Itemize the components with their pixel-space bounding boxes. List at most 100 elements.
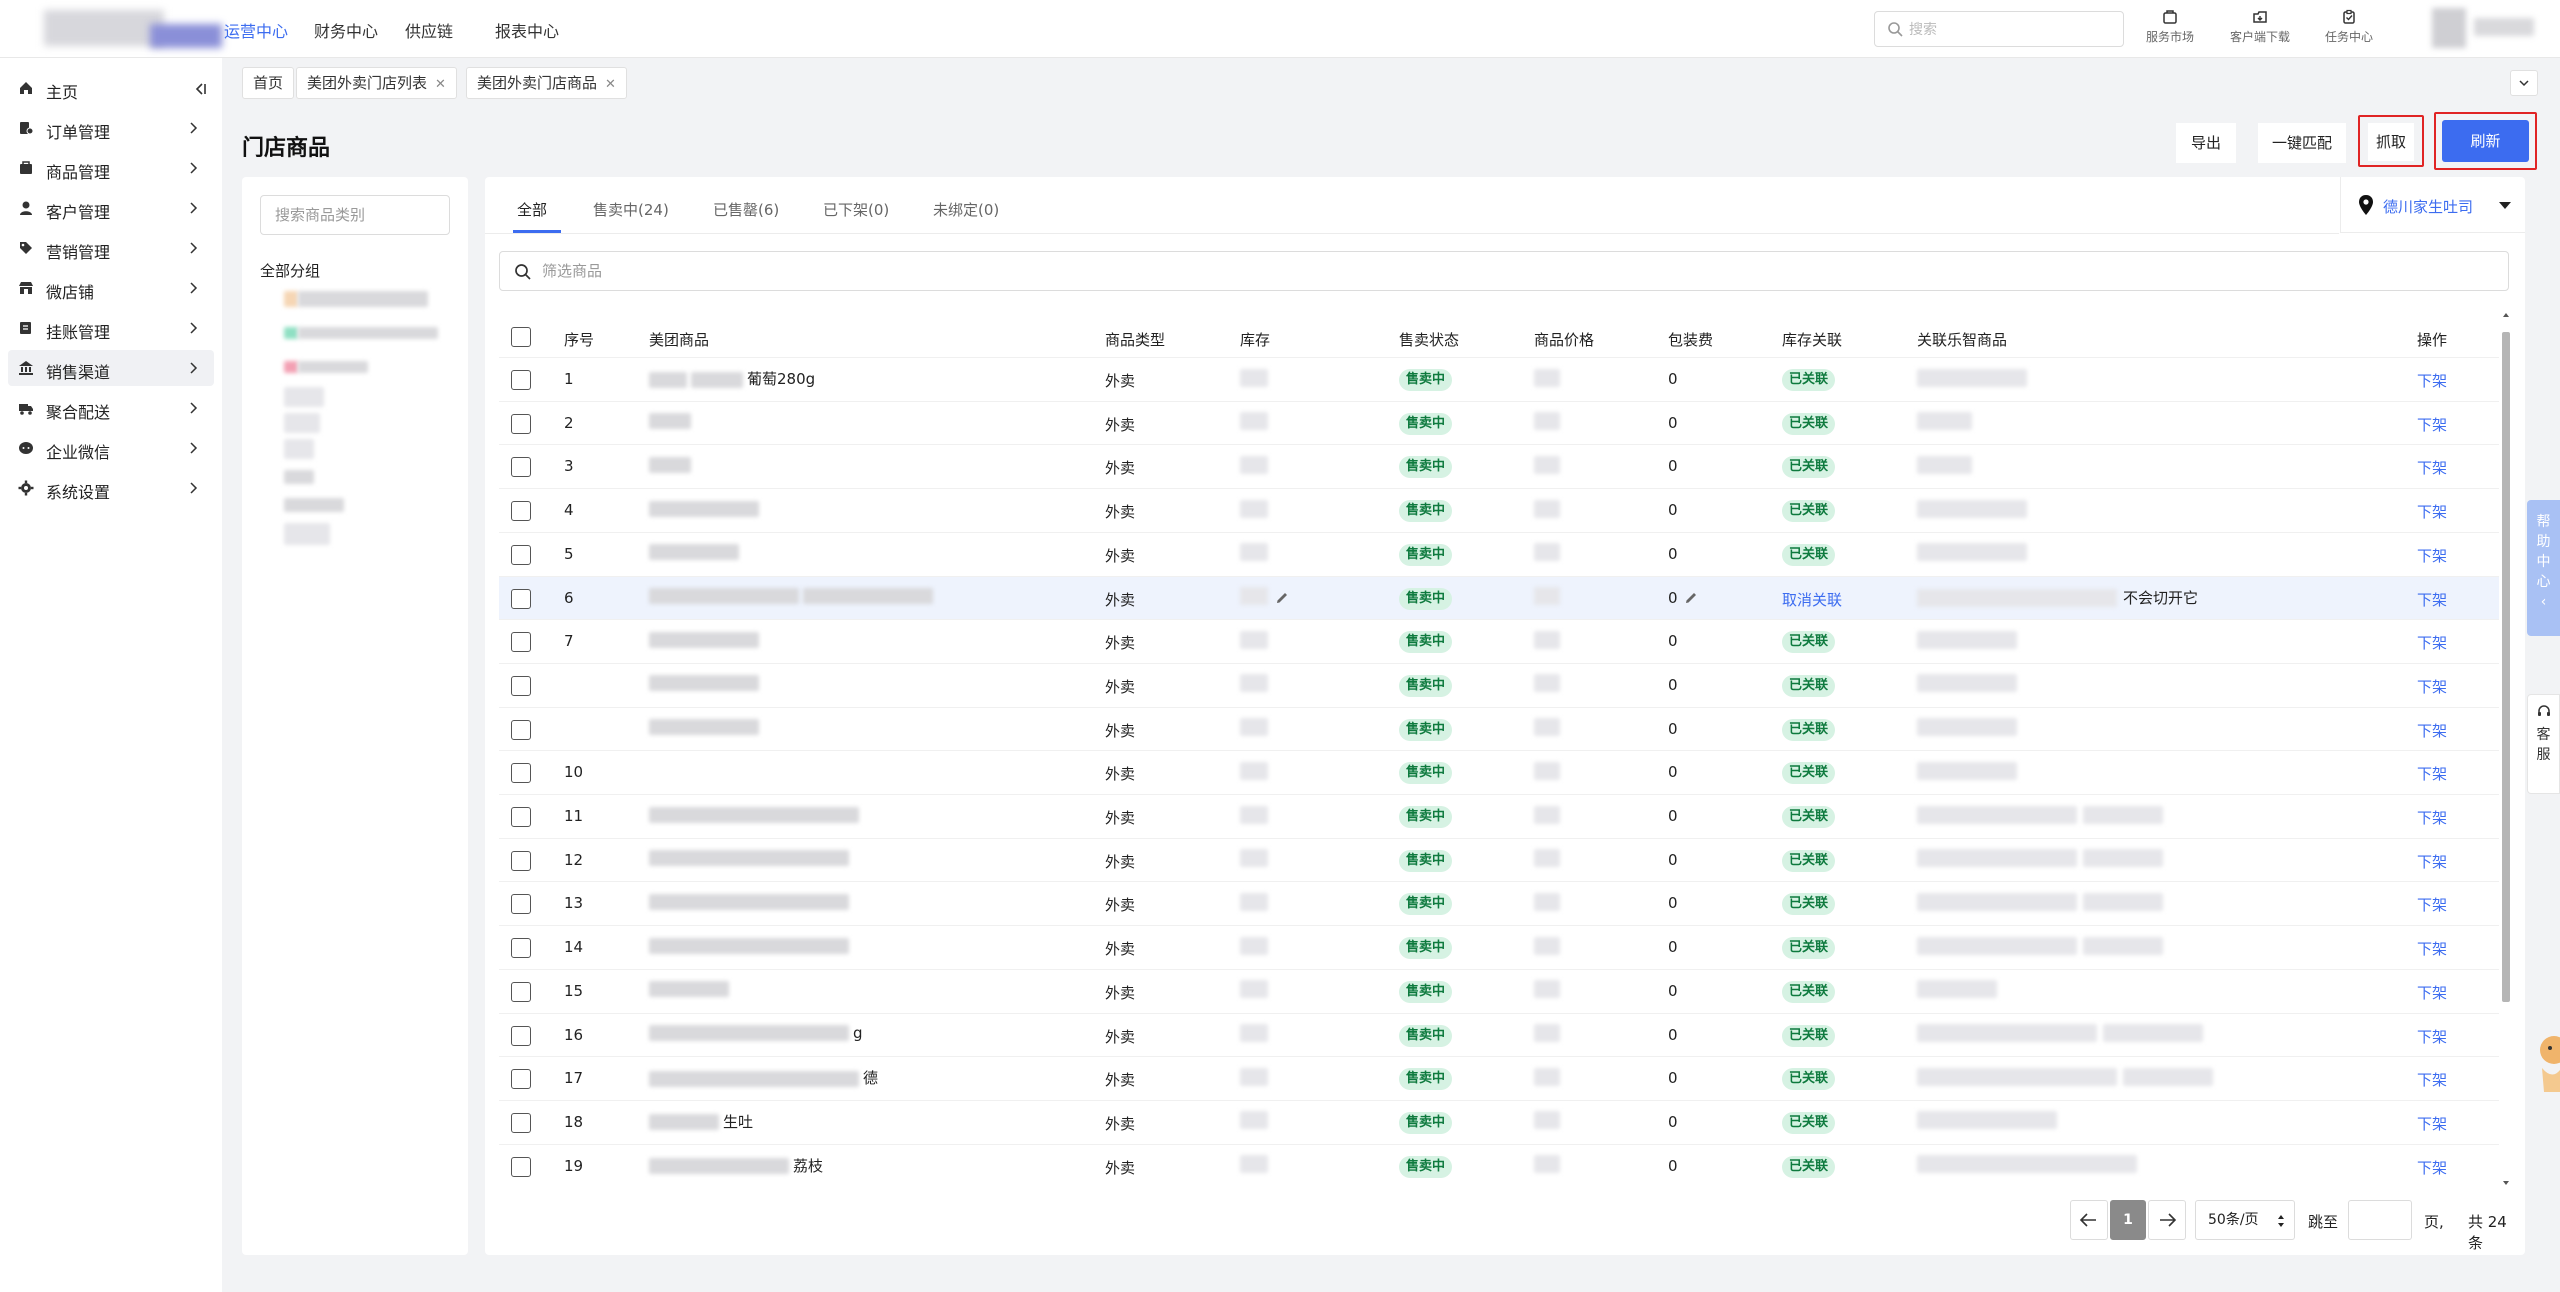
table-row[interactable]: 16 g 外卖 售卖中 0 已关联 下架 — [499, 1012, 2499, 1057]
off-shelf-button[interactable]: 下架 — [2417, 720, 2447, 741]
off-shelf-button[interactable]: 下架 — [2417, 501, 2447, 522]
row-checkbox[interactable] — [511, 632, 531, 653]
table-row[interactable]: 17 德 外卖 售卖中 0 已关联 下架 — [499, 1056, 2499, 1100]
off-shelf-button[interactable]: 下架 — [2417, 1069, 2447, 1090]
category-item[interactable] — [284, 323, 438, 341]
off-shelf-button[interactable]: 下架 — [2417, 589, 2447, 610]
row-checkbox[interactable] — [511, 413, 531, 434]
table-row[interactable]: 外卖 售卖中 0 已关联 下架 — [499, 706, 2499, 751]
goods-filter[interactable] — [499, 251, 2509, 291]
table-row[interactable]: 外卖 售卖中 0 已关联 下架 — [499, 662, 2499, 707]
close-icon[interactable]: ✕ — [605, 77, 616, 92]
edit-fee-icon[interactable] — [1683, 590, 1699, 606]
off-shelf-button[interactable]: 下架 — [2417, 370, 2447, 391]
off-shelf-button[interactable]: 下架 — [2417, 1026, 2447, 1047]
brand-logo[interactable] — [30, 6, 222, 52]
tab-on-sale[interactable]: 售卖中(24) — [593, 199, 669, 220]
table-row[interactable]: 4 外卖 售卖中 0 已关联 下架 — [499, 488, 2499, 532]
edit-stock-icon[interactable] — [1274, 590, 1290, 606]
client-download-button[interactable]: 客户端下载 — [2223, 8, 2297, 45]
fetch-button[interactable]: 抓取 — [2368, 123, 2414, 161]
off-shelf-button[interactable]: 下架 — [2417, 1157, 2447, 1178]
off-shelf-button[interactable]: 下架 — [2417, 938, 2447, 959]
close-icon[interactable]: ✕ — [435, 77, 446, 92]
row-checkbox[interactable] — [511, 938, 531, 959]
row-checkbox[interactable] — [511, 807, 531, 827]
category-item[interactable] — [284, 387, 324, 407]
row-checkbox[interactable] — [511, 850, 531, 871]
prev-page-button[interactable] — [2070, 1200, 2108, 1240]
unlink-button[interactable]: 取消关联 — [1782, 589, 1842, 610]
sidebar-item-orders[interactable]: 订单管理 — [8, 110, 214, 146]
row-checkbox[interactable] — [511, 1025, 531, 1046]
category-all[interactable]: 全部分组 — [260, 260, 320, 281]
row-checkbox[interactable] — [511, 501, 531, 522]
off-shelf-button[interactable]: 下架 — [2417, 457, 2447, 478]
category-item[interactable] — [284, 413, 320, 433]
off-shelf-button[interactable]: 下架 — [2417, 894, 2447, 915]
table-scrollbar[interactable] — [2501, 310, 2511, 1188]
refresh-button[interactable]: 刷新 — [2442, 120, 2529, 162]
table-row[interactable]: 7 外卖 售卖中 0 已关联 下架 — [499, 619, 2499, 663]
row-checkbox[interactable] — [511, 544, 531, 565]
table-row[interactable]: 14 外卖 售卖中 0 已关联 下架 — [499, 925, 2499, 969]
tab-sold-out[interactable]: 已售罄(6) — [713, 199, 779, 220]
table-row[interactable]: 11 外卖 售卖中 0 已关联 下架 — [499, 794, 2499, 838]
topmenu-finance[interactable]: 财务中心 — [314, 18, 378, 42]
table-row[interactable]: 18 生吐 外卖 售卖中 0 已关联 下架 — [499, 1099, 2499, 1144]
sidebar-item-ledger[interactable]: 挂账管理 — [8, 310, 214, 346]
customer-service-tab[interactable]: 客 服 — [2527, 694, 2560, 794]
auto-match-button[interactable]: 一键匹配 — [2258, 123, 2346, 163]
off-shelf-button[interactable]: 下架 — [2417, 851, 2447, 872]
user-profile[interactable] — [2424, 6, 2544, 50]
off-shelf-button[interactable]: 下架 — [2417, 1113, 2447, 1134]
topmenu-operations[interactable]: 运营中心 — [224, 18, 288, 42]
sidebar-item-wecom[interactable]: 企业微信 — [8, 430, 214, 466]
table-row[interactable]: 6 外卖 售卖中 0 取消关联 不会切开它 下架 — [499, 575, 2499, 620]
tab-store-goods[interactable]: 美团外卖门店商品 ✕ — [466, 67, 627, 99]
topmenu-reports[interactable]: 报表中心 — [495, 18, 559, 42]
table-row[interactable]: 19 荔枝 外卖 售卖中 0 已关联 下架 — [499, 1143, 2499, 1188]
sidebar-item-customers[interactable]: 客户管理 — [8, 190, 214, 226]
topmenu-supply-chain[interactable]: 供应链 — [405, 18, 453, 42]
tab-off-shelf[interactable]: 已下架(0) — [823, 199, 889, 220]
task-center-button[interactable]: 任务中心 — [2314, 8, 2384, 45]
off-shelf-button[interactable]: 下架 — [2417, 763, 2447, 784]
category-item[interactable] — [284, 439, 314, 459]
next-page-button[interactable] — [2148, 1200, 2186, 1240]
store-selector[interactable]: 德川家生吐司 — [2340, 177, 2525, 233]
row-checkbox[interactable] — [511, 894, 531, 915]
export-button[interactable]: 导出 — [2176, 123, 2236, 163]
tab-unbound[interactable]: 未绑定(0) — [933, 199, 999, 220]
page-1-button[interactable]: 1 — [2110, 1200, 2146, 1240]
category-item[interactable] — [284, 357, 368, 375]
off-shelf-button[interactable]: 下架 — [2417, 545, 2447, 566]
row-checkbox[interactable] — [511, 719, 531, 740]
category-item[interactable] — [284, 467, 314, 485]
sidebar-item-delivery[interactable]: 聚合配送 — [8, 390, 214, 426]
mascot-image[interactable] — [2532, 1020, 2560, 1100]
sidebar-item-sales-channel[interactable]: 销售渠道 — [8, 350, 214, 386]
table-row[interactable]: 13 外卖 售卖中 0 已关联 下架 — [499, 881, 2499, 925]
select-all-checkbox[interactable] — [511, 327, 531, 347]
row-checkbox[interactable] — [511, 457, 531, 478]
category-item[interactable] — [284, 523, 330, 545]
sidebar-item-home[interactable]: 主页 — [8, 70, 214, 106]
tabs-more-button[interactable] — [2510, 70, 2538, 96]
table-row[interactable]: 1 葡萄280g 外卖 售卖中 0 已关联 下架 — [499, 357, 2499, 401]
table-row[interactable]: 12 外卖 售卖中 0 已关联 下架 — [499, 837, 2499, 882]
sidebar-item-goods[interactable]: 商品管理 — [8, 150, 214, 186]
row-checkbox[interactable] — [511, 588, 531, 609]
off-shelf-button[interactable]: 下架 — [2417, 676, 2447, 697]
row-checkbox[interactable] — [511, 1112, 531, 1133]
off-shelf-button[interactable]: 下架 — [2417, 414, 2447, 435]
help-center-tab[interactable]: 帮 助 中 心 ‹ — [2527, 500, 2560, 636]
table-row[interactable]: 15 外卖 售卖中 0 已关联 下架 — [499, 968, 2499, 1013]
row-checkbox[interactable] — [511, 675, 531, 696]
table-row[interactable]: 3 外卖 售卖中 0 已关联 下架 — [499, 444, 2499, 488]
category-item[interactable] — [284, 289, 428, 307]
goods-filter-input[interactable] — [542, 261, 1142, 281]
category-item[interactable] — [284, 495, 344, 513]
service-market-button[interactable]: 服务市场 — [2135, 8, 2205, 45]
tab-store-list[interactable]: 美团外卖门店列表 ✕ — [296, 67, 457, 99]
